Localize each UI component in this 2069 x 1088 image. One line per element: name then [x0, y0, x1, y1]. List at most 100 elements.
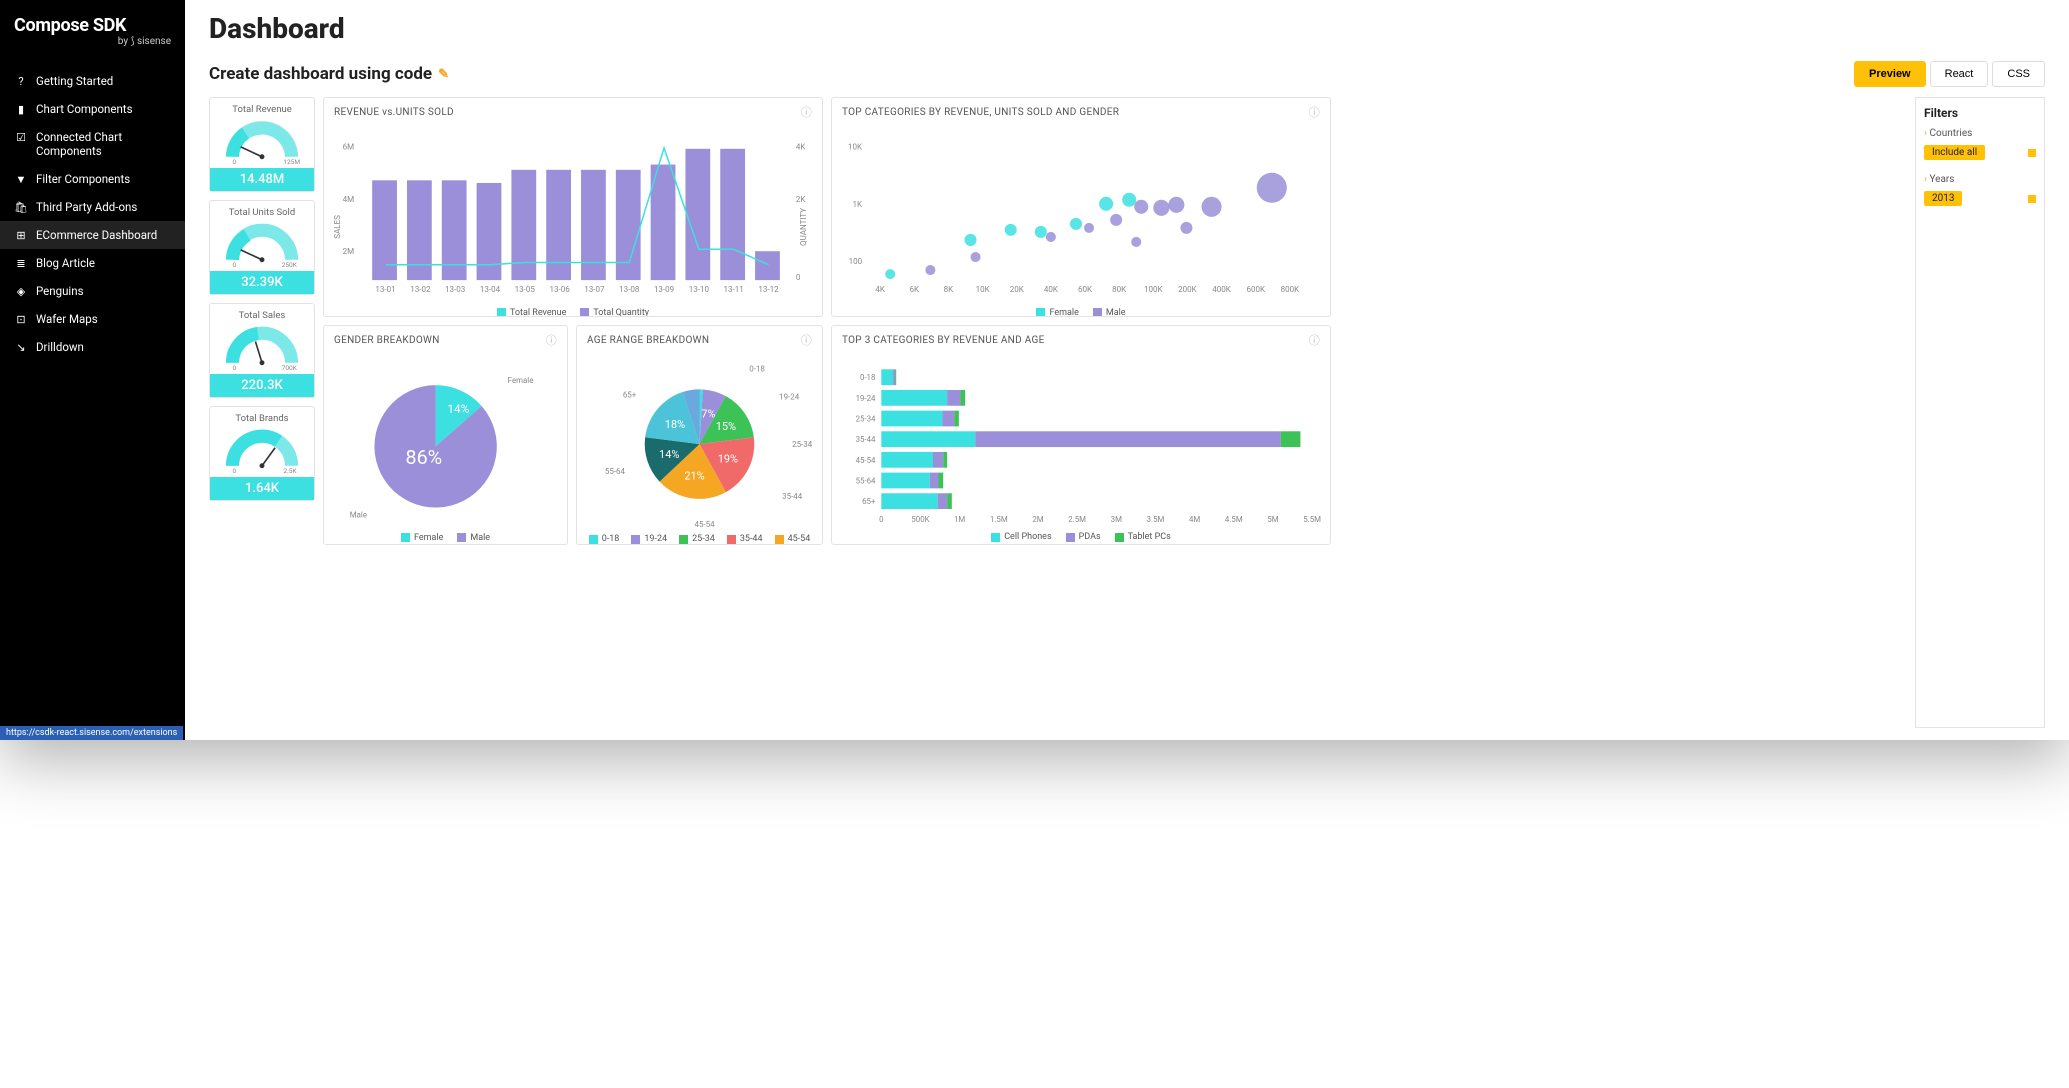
- svg-text:0-18: 0-18: [749, 364, 765, 373]
- gauge-value: 32.39K: [210, 271, 314, 294]
- svg-text:800K: 800K: [1281, 285, 1301, 294]
- widget-title: TOP CATEGORIES BY REVENUE, UNITS SOLD AN…: [842, 107, 1119, 118]
- svg-text:13-05: 13-05: [515, 285, 536, 294]
- filter-indicator-icon: [2028, 195, 2036, 203]
- svg-text:13-08: 13-08: [619, 285, 640, 294]
- pie-chart: 7%15%19%21%14%18% 0-1819-2425-3435-4445-…: [585, 358, 814, 530]
- svg-text:0: 0: [232, 364, 236, 371]
- nav-third-party[interactable]: 🛍Third Party Add-ons: [0, 193, 185, 221]
- widget-gender: GENDER BREAKDOWNⓘ 14% 86% Female: [323, 325, 568, 545]
- info-icon[interactable]: ⓘ: [1309, 104, 1320, 120]
- info-icon[interactable]: ⓘ: [1309, 332, 1320, 348]
- legend-label: Total Revenue: [510, 308, 566, 317]
- nav-connected-chart[interactable]: ☑Connected Chart Components: [0, 123, 185, 165]
- nav-filter-components[interactable]: ▼Filter Components: [0, 165, 185, 193]
- check-icon: ☑: [14, 130, 28, 144]
- tab-preview[interactable]: Preview: [1854, 61, 1926, 87]
- gauge-value: 14.48M: [210, 168, 314, 191]
- filter-countries[interactable]: Countries Include all: [1924, 128, 2036, 160]
- svg-text:45-54: 45-54: [856, 456, 876, 465]
- legend: Female Male: [324, 531, 567, 545]
- nav-label: Blog Article: [36, 256, 95, 270]
- tab-group: Preview React CSS: [1854, 61, 2045, 87]
- scatter-chart: 10K 1K 100 4K6K8K10K20K40K60K80K100K200K…: [840, 130, 1322, 304]
- svg-text:20K: 20K: [1010, 285, 1025, 294]
- filter-chip[interactable]: Include all: [1924, 145, 1985, 160]
- info-icon[interactable]: ⓘ: [546, 332, 557, 348]
- info-icon[interactable]: ⓘ: [801, 332, 812, 348]
- tab-css[interactable]: CSS: [1992, 61, 2045, 87]
- svg-text:35-44: 35-44: [782, 492, 803, 501]
- svg-text:500K: 500K: [911, 515, 929, 524]
- grid-icon: ⊞: [14, 228, 28, 242]
- svg-text:13-01: 13-01: [375, 285, 395, 294]
- legend-label: Cell Phones: [1004, 532, 1051, 542]
- square-icon: ⊡: [14, 312, 28, 326]
- legend-label: Male: [1106, 308, 1126, 317]
- svg-text:3M: 3M: [1111, 515, 1122, 524]
- svg-text:19-24: 19-24: [856, 394, 876, 403]
- svg-text:0: 0: [232, 158, 236, 165]
- svg-text:700K: 700K: [282, 364, 298, 371]
- subtitle-text: Create dashboard using code: [209, 64, 432, 84]
- svg-text:5M: 5M: [1267, 515, 1278, 524]
- svg-text:250K: 250K: [282, 261, 298, 268]
- svg-text:7%: 7%: [701, 408, 715, 421]
- svg-text:13-09: 13-09: [654, 285, 674, 294]
- svg-text:18%: 18%: [665, 418, 685, 431]
- svg-text:0: 0: [879, 515, 883, 524]
- widget-title: REVENUE vs.UNITS SOLD: [334, 107, 454, 118]
- nav-wafer-maps[interactable]: ⊡Wafer Maps: [0, 305, 185, 333]
- dashboard: Total Revenue 0 125M 14.48M Total Units …: [209, 97, 2045, 728]
- nav-label: Chart Components: [36, 102, 133, 116]
- svg-text:13-11: 13-11: [724, 285, 744, 294]
- widget-revenue-units: REVENUE vs.UNITS SOLD ⓘ SALES QUANTITY 6M…: [323, 97, 823, 317]
- gauge-icon: 0 250K: [221, 222, 303, 268]
- svg-text:4M: 4M: [1189, 515, 1200, 524]
- svg-text:0: 0: [232, 261, 236, 268]
- gauge-value: 220.3K: [210, 374, 314, 397]
- svg-text:100K: 100K: [1144, 285, 1164, 294]
- legend-label: Female: [1049, 308, 1078, 317]
- nav-ecommerce-dashboard[interactable]: ⊞ECommerce Dashboard: [0, 221, 185, 249]
- svg-text:86%: 86%: [405, 446, 442, 469]
- filter-chip[interactable]: 2013: [1924, 191, 1962, 206]
- filters-title: Filters: [1924, 106, 2036, 120]
- legend-label: Total Quantity: [593, 308, 649, 317]
- svg-text:40K: 40K: [1044, 285, 1059, 294]
- svg-text:13-06: 13-06: [549, 285, 570, 294]
- gauge-total-sales: Total Sales 0 700K 220.3K: [209, 303, 315, 398]
- nav-getting-started[interactable]: ?Getting Started: [0, 67, 185, 95]
- edit-icon[interactable]: ✎: [438, 67, 449, 82]
- legend-label: 35-44: [740, 534, 763, 544]
- nav-drilldown[interactable]: ↘Drilldown: [0, 333, 185, 361]
- svg-text:2M: 2M: [1032, 515, 1043, 524]
- svg-text:SALES: SALES: [333, 215, 342, 239]
- filter-years[interactable]: Years 2013: [1924, 174, 2036, 206]
- svg-text:55-64: 55-64: [605, 467, 626, 476]
- logo-sub: by ⟆ sisense: [14, 36, 171, 47]
- widget-top3-categories: TOP 3 CATEGORIES BY REVENUE AND AGEⓘ 0-1…: [831, 325, 1331, 545]
- gauge-value: 1.64K: [210, 477, 314, 500]
- legend: Total Revenue Total Quantity: [324, 306, 822, 317]
- svg-text:Male: Male: [350, 510, 367, 519]
- svg-text:2.5K: 2.5K: [283, 467, 297, 474]
- info-icon[interactable]: ⓘ: [801, 104, 812, 120]
- tab-react[interactable]: React: [1930, 61, 1989, 87]
- subtitle: Create dashboard using code ✎: [209, 64, 449, 84]
- nav-penguins[interactable]: ◈Penguins: [0, 277, 185, 305]
- toolbar: Create dashboard using code ✎ Preview Re…: [209, 61, 2045, 87]
- svg-text:3.5M: 3.5M: [1147, 515, 1165, 524]
- svg-text:Female: Female: [508, 376, 534, 385]
- svg-text:400K: 400K: [1212, 285, 1232, 294]
- svg-text:25-34: 25-34: [792, 440, 813, 449]
- bar-line-chart: SALES QUANTITY 6M 4M 2M 4K 2K 0 13-0113-…: [332, 130, 814, 304]
- arrow-icon: ↘: [14, 340, 28, 354]
- svg-text:6K: 6K: [910, 285, 921, 294]
- nav-blog-article[interactable]: ≣Blog Article: [0, 249, 185, 277]
- svg-text:4M: 4M: [343, 195, 355, 204]
- svg-text:15%: 15%: [716, 420, 736, 433]
- svg-text:14%: 14%: [659, 448, 679, 461]
- gauge-total-revenue: Total Revenue 0 125M 14.48M: [209, 97, 315, 192]
- nav-chart-components[interactable]: ▮Chart Components: [0, 95, 185, 123]
